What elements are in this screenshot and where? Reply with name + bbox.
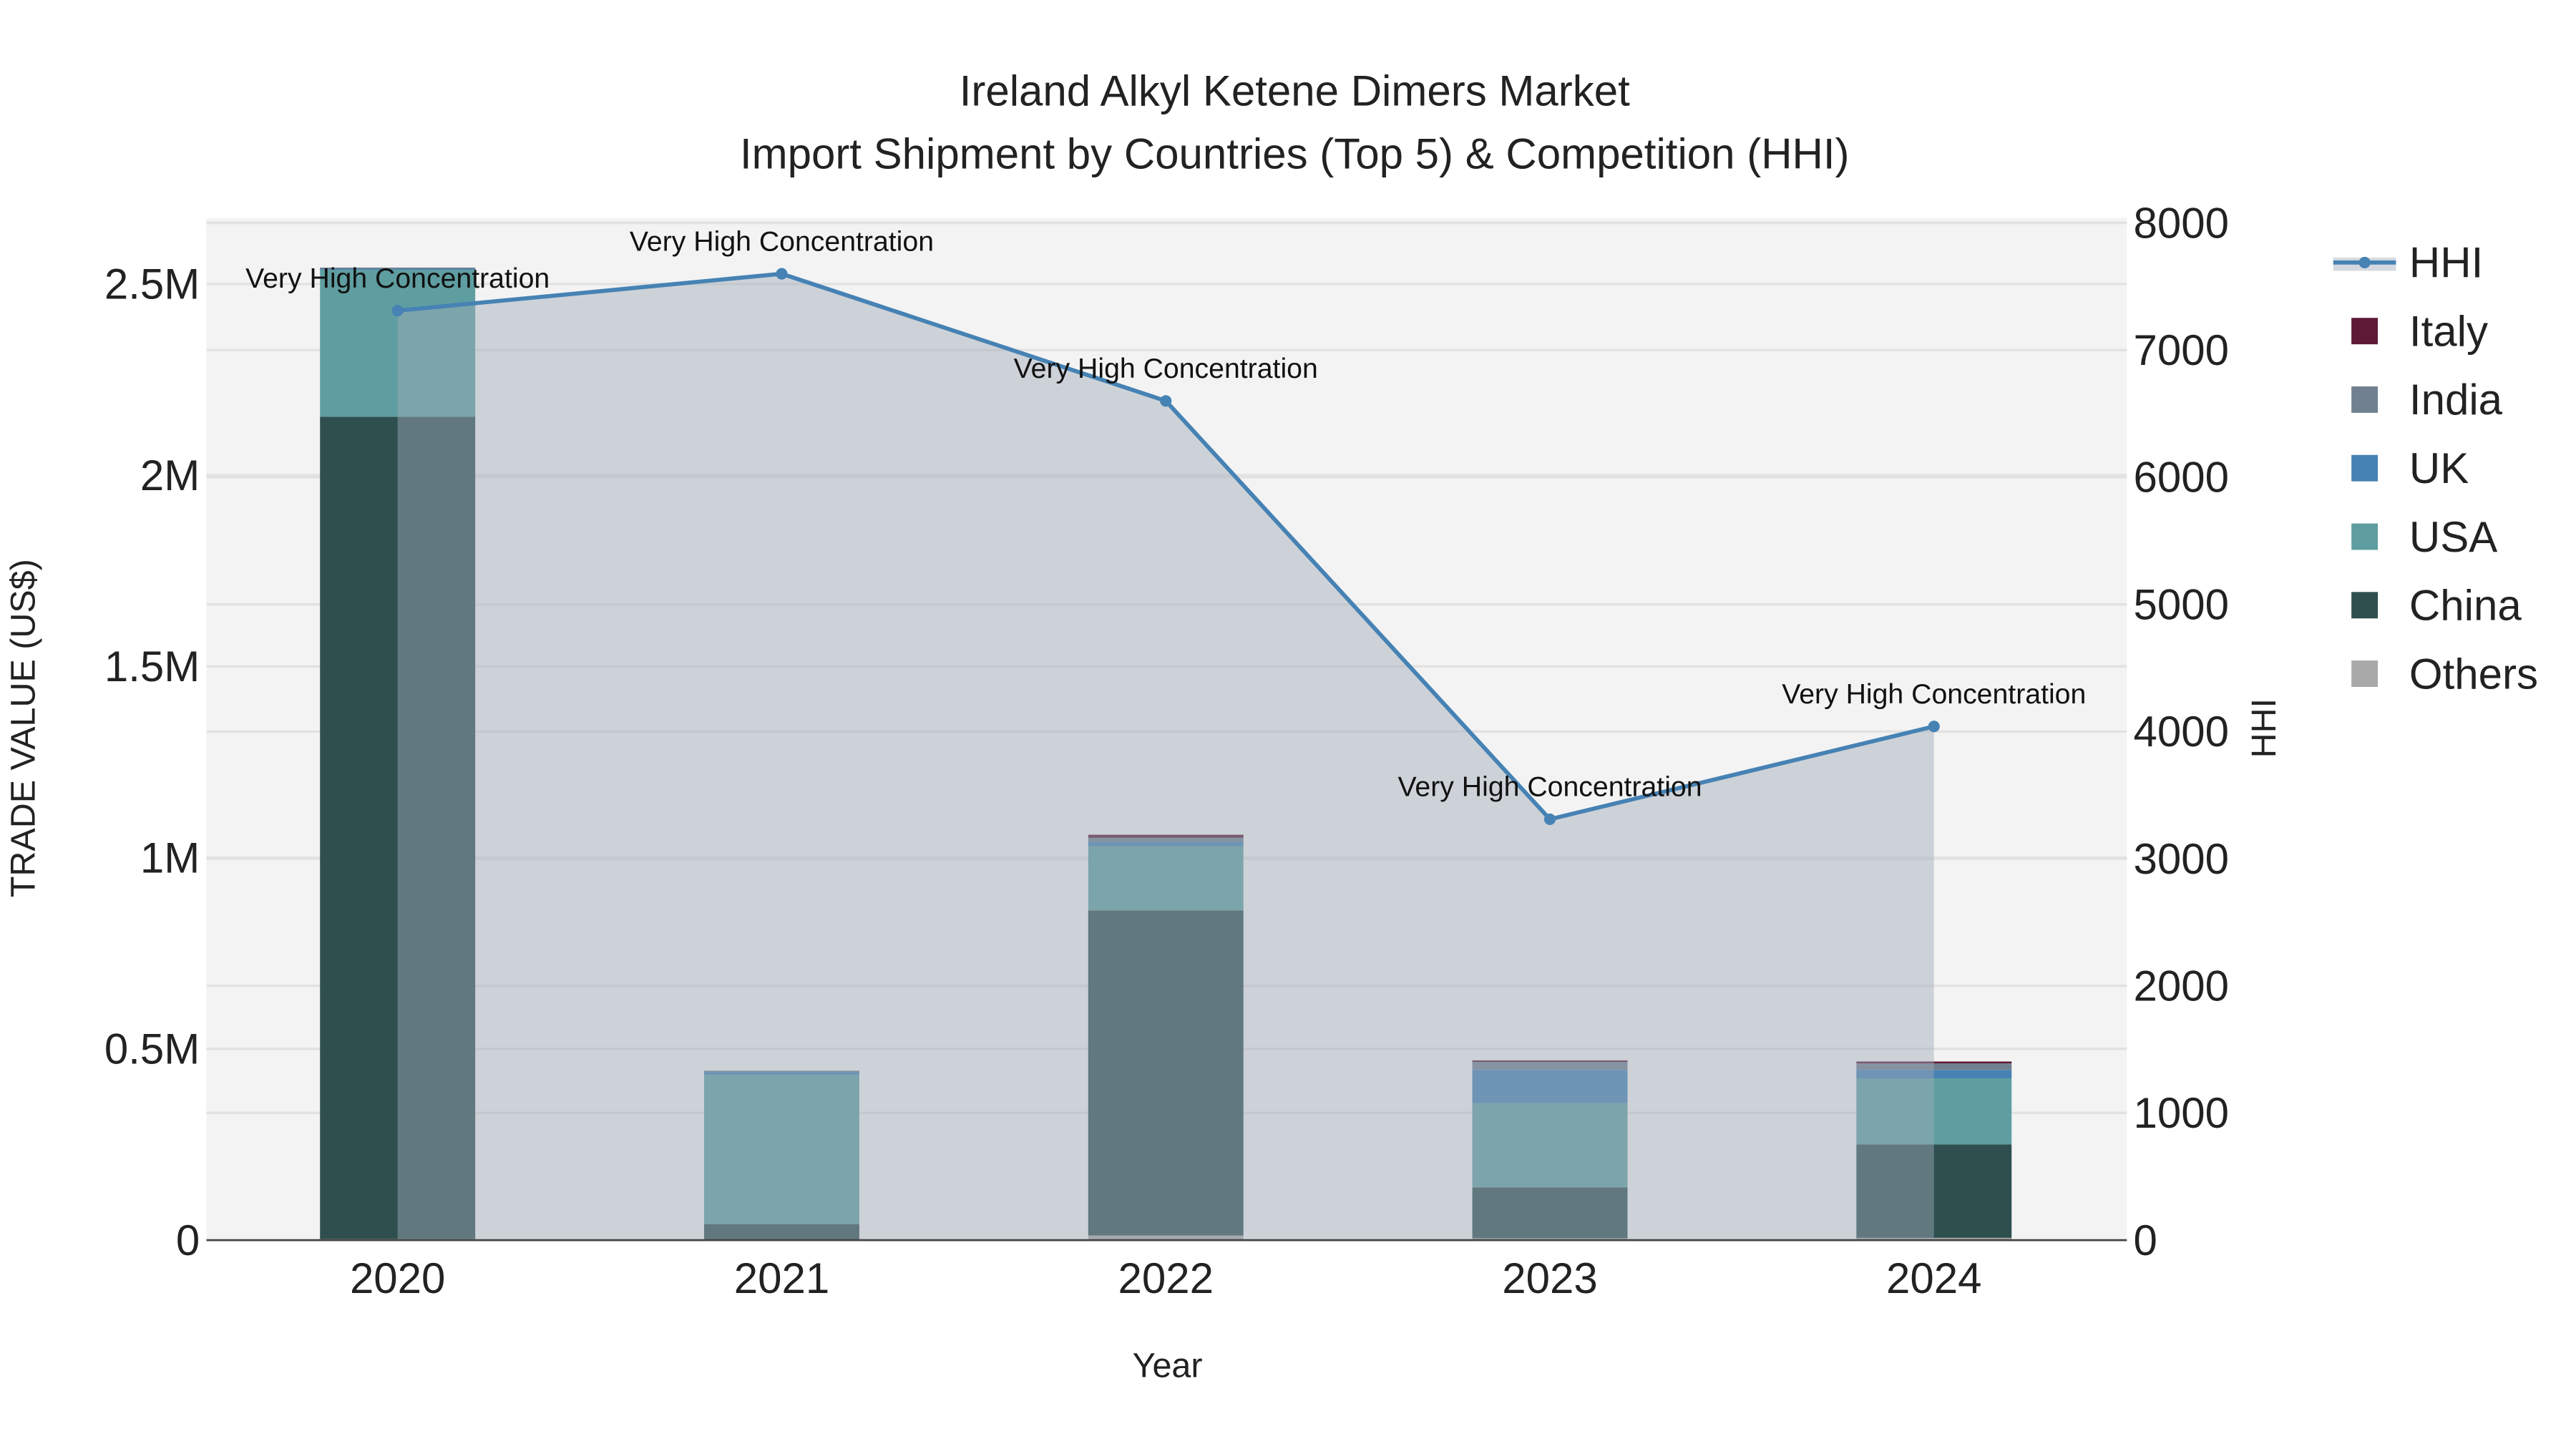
legend-swatch-italy bbox=[2351, 318, 2379, 345]
x-tick-label: 2023 bbox=[1502, 1254, 1597, 1302]
legend-swatch-hhi-marker bbox=[2358, 256, 2371, 268]
hhi-point bbox=[391, 305, 404, 317]
legend-swatch-others bbox=[2351, 660, 2379, 687]
legend-label-china: China bbox=[2409, 582, 2522, 630]
y-tick-label: 1.5M bbox=[104, 643, 200, 691]
legend-label-india: India bbox=[2409, 376, 2503, 424]
y-tick-label: 2.5M bbox=[104, 260, 200, 308]
chart: Very High Concentration Very High Concent… bbox=[4, 67, 2538, 1385]
x-tick-label: 2024 bbox=[1886, 1254, 1981, 1302]
y-axis-title: TRADE VALUE (US$) bbox=[4, 559, 42, 897]
y2-axis-ticks: 0 1000 2000 3000 4000 5000 6000 7000 8000 bbox=[2134, 199, 2229, 1264]
y2-tick-label: 6000 bbox=[2134, 454, 2229, 502]
x-tick-label: 2021 bbox=[734, 1254, 829, 1302]
hhi-point bbox=[1160, 395, 1172, 407]
chart-subtitle: Import Shipment by Countries (Top 5) & C… bbox=[740, 130, 1850, 177]
y2-axis-title: HHI bbox=[2245, 698, 2283, 758]
y-tick-label: 0.5M bbox=[104, 1025, 200, 1073]
y-tick-label: 2M bbox=[140, 452, 200, 499]
x-tick-label: 2020 bbox=[350, 1254, 445, 1302]
x-axis-title: Year bbox=[1133, 1347, 1203, 1385]
legend-swatch-uk bbox=[2351, 454, 2379, 482]
legend-label-uk: UK bbox=[2409, 444, 2469, 492]
y2-tick-label: 4000 bbox=[2134, 708, 2229, 756]
y2-tick-label: 5000 bbox=[2134, 580, 2229, 628]
y2-tick-label: 0 bbox=[2134, 1216, 2157, 1264]
y2-tick-label: 2000 bbox=[2134, 962, 2229, 1010]
y-tick-label: 0 bbox=[176, 1216, 200, 1264]
hhi-annotation: Very High Concentration bbox=[630, 225, 934, 257]
hhi-annotation: Very High Concentration bbox=[245, 263, 550, 294]
legend-label-others: Others bbox=[2409, 650, 2538, 698]
hhi-point bbox=[776, 268, 788, 280]
chart-title: Ireland Alkyl Ketene Dimers Market bbox=[960, 67, 1630, 115]
legend: HHI Italy India UK USA China Others bbox=[2333, 239, 2538, 698]
legend-label-hhi: HHI bbox=[2409, 239, 2483, 287]
y2-tick-label: 8000 bbox=[2134, 199, 2229, 247]
legend-swatch-usa bbox=[2351, 523, 2379, 550]
y2-tick-label: 3000 bbox=[2134, 835, 2229, 883]
hhi-annotation: Very High Concentration bbox=[1782, 678, 2086, 710]
legend-swatch-china bbox=[2351, 592, 2379, 619]
y2-tick-label: 1000 bbox=[2134, 1089, 2229, 1137]
y-tick-label: 1M bbox=[140, 834, 200, 882]
y2-tick-label: 7000 bbox=[2134, 326, 2229, 374]
y-axis-ticks: 0 0.5M 1M 1.5M 2M 2.5M bbox=[104, 260, 200, 1264]
x-axis-ticks: 2020 2021 2022 2023 2024 bbox=[350, 1254, 1982, 1302]
legend-label-usa: USA bbox=[2409, 513, 2497, 561]
hhi-point bbox=[1928, 721, 1940, 733]
hhi-annotation: Very High Concentration bbox=[1397, 771, 1702, 803]
hhi-point bbox=[1543, 813, 1556, 825]
legend-label-italy: Italy bbox=[2409, 307, 2488, 355]
hhi-annotation: Very High Concentration bbox=[1014, 353, 1318, 384]
x-tick-label: 2022 bbox=[1118, 1254, 1213, 1302]
legend-swatch-india bbox=[2351, 386, 2379, 413]
